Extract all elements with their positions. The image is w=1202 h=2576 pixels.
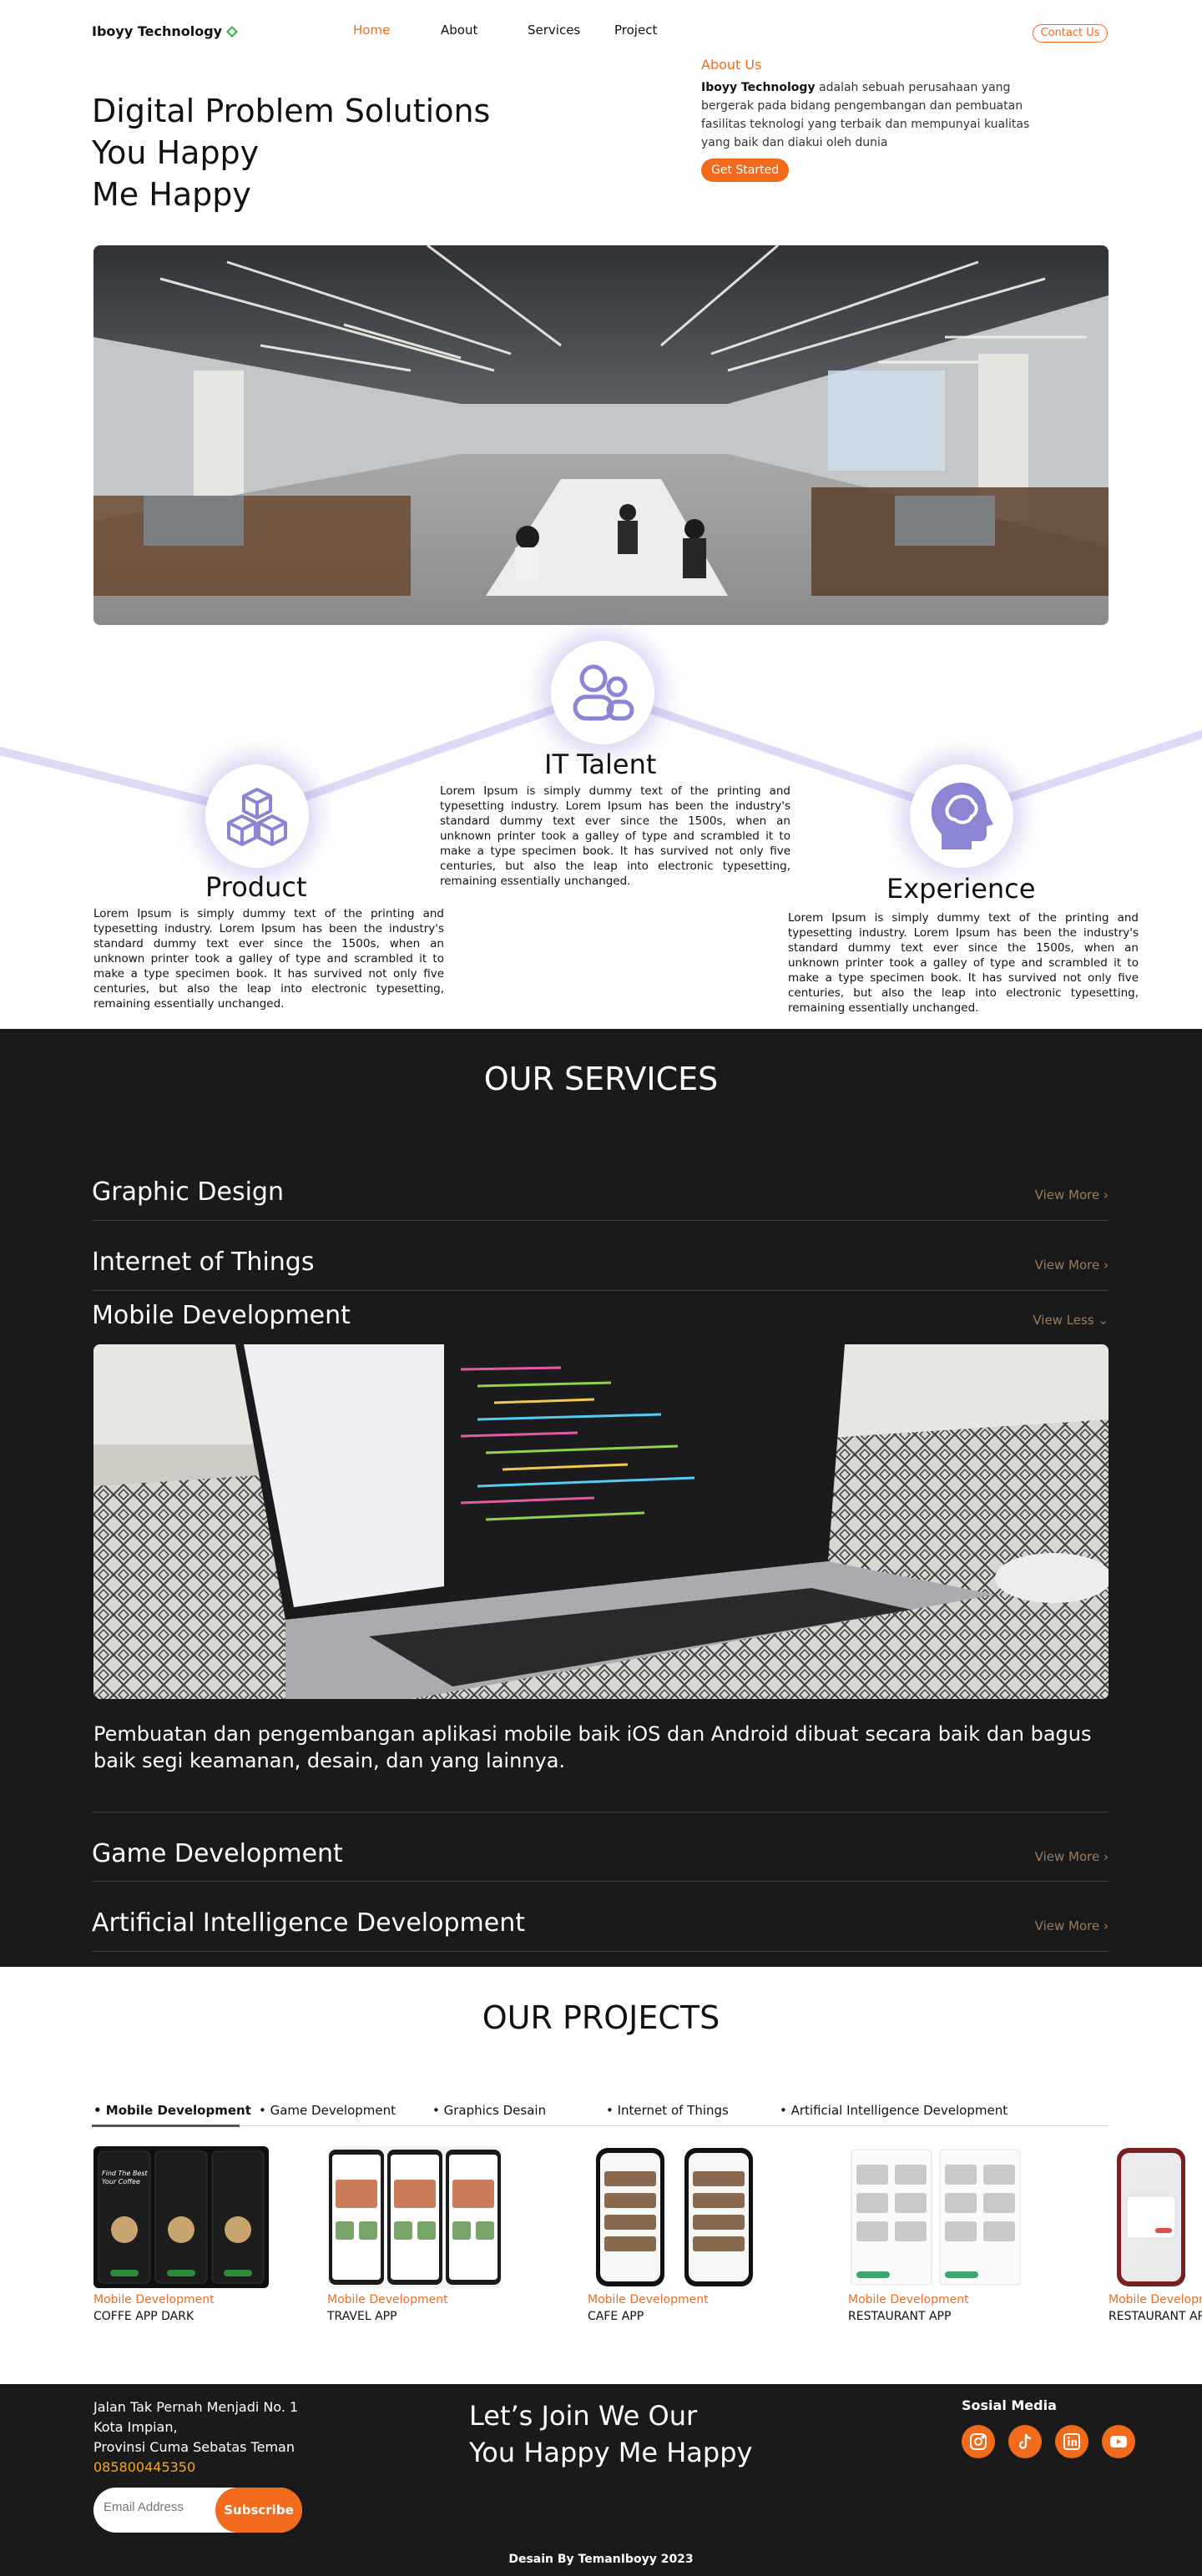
project-tabs: • Mobile Development • Game Development … [92,2096,1109,2127]
join-line: Let’s Join We Our [469,2400,698,2432]
project-thumbnail [327,2146,503,2288]
projects-title: OUR PROJECTS [482,1999,720,2036]
feature-title-product: Product [205,871,307,903]
logo-text: Iboyy Technology [92,23,223,39]
youtube-icon[interactable] [1102,2425,1135,2458]
laptop-code-photo [93,1344,1109,1699]
project-card-restaurant-app[interactable]: Mobile Development RESTAURANT APP [848,2146,1023,2323]
view-more-link[interactable]: View More › [1035,1258,1109,1273]
project-card-restaurant-app-2[interactable]: Mobile Development RESTAURANT APP [1109,2146,1202,2323]
about-brand: Iboyy Technology [701,81,816,94]
project-thumbnail [848,2146,1023,2288]
get-started-button[interactable]: Get Started [701,159,790,182]
project-thumbnail [1109,2146,1202,2288]
project-category: Mobile Development [588,2293,709,2306]
navbar: Iboyy Technology Home About Services Pro… [0,0,1202,63]
services-section: OUR SERVICES Graphic Design View More › … [0,1029,1202,1967]
project-card-travel-app[interactable]: Mobile Development TRAVEL APP [327,2146,503,2323]
tiktok-icon[interactable] [1008,2425,1042,2458]
project-card-coffe-app-dark[interactable]: Find The Best Your Coffee Mobile Develop… [93,2146,269,2323]
page: Iboyy Technology Home About Services Pro… [0,0,1202,2576]
address-block: Jalan Tak Pernah Menjadi No. 1 Kota Impi… [93,2397,298,2478]
tab-mobile-development[interactable]: • Mobile Development [93,2103,251,2118]
view-less-link[interactable]: View Less ⌄ [1033,1313,1109,1328]
service-name: Internet of Things [92,1248,315,1277]
project-category: Mobile Development [93,2293,215,2306]
experience-icon-circle [910,764,1013,868]
active-tab-indicator [92,2125,240,2127]
project-card-cafe-app[interactable]: Mobile Development CAFE APP [588,2146,763,2323]
service-name: Mobile Development [92,1301,351,1330]
about-us-text: Iboyy Technology adalah sebuah perusahaa… [701,78,1035,152]
subscribe-form: Subscribe [93,2488,302,2533]
logo-diamond-icon [226,25,239,38]
logo[interactable]: Iboyy Technology [92,23,239,39]
join-line: You Happy Me Happy [469,2437,753,2468]
about-us-block: About Us Iboyy Technology adalah sebuah … [701,57,1035,182]
hero-title-line: You Happy [92,134,260,171]
footer: Jalan Tak Pernah Menjadi No. 1 Kota Impi… [0,2384,1202,2576]
office-photo [93,245,1109,625]
hero-title-line: Digital Problem Solutions [92,93,491,129]
service-row-iot[interactable]: Internet of Things View More › [92,1221,1109,1291]
product-icon-circle [205,764,309,868]
feature-title-it-talent: IT Talent [544,749,657,780]
hero-title-line: Me Happy [92,176,251,213]
project-thumbnail [588,2146,763,2288]
thumbnail-title: Find The Best Your Coffee [102,2170,148,2185]
nav-link-project[interactable]: Project [614,23,657,38]
tab-graphics-desain[interactable]: • Graphics Desain [432,2103,546,2118]
tab-ai-development[interactable]: • Artificial Intelligence Development [780,2103,1008,2118]
feature-text-product: Lorem Ipsum is simply dummy text of the … [93,907,444,1011]
tab-internet-of-things[interactable]: • Internet of Things [606,2103,729,2118]
feature-text-it-talent: Lorem Ipsum is simply dummy text of the … [440,784,790,888]
address-line: Jalan Tak Pernah Menjadi No. 1 [93,2399,299,2415]
view-more-link[interactable]: View More › [1035,1849,1109,1864]
linkedin-icon[interactable] [1055,2425,1088,2458]
tab-game-development[interactable]: • Game Development [259,2103,396,2118]
service-row-game-development[interactable]: Game Development View More › [92,1812,1109,1882]
project-name: COFFE APP DARK [93,2310,194,2323]
instagram-icon[interactable] [962,2425,995,2458]
nav-link-home[interactable]: Home [353,23,390,38]
cubes-icon [227,788,287,846]
social-icons [962,2425,1135,2458]
view-more-link[interactable]: View More › [1035,1918,1109,1933]
service-row-graphic-design[interactable]: Graphic Design View More › [92,1146,1109,1221]
project-name: RESTAURANT APP [1109,2310,1202,2323]
it-talent-icon-circle [551,641,654,744]
project-thumbnail: Find The Best Your Coffee [93,2146,269,2288]
mobile-development-description: Pembuatan dan pengembangan aplikasi mobi… [93,1722,1092,1772]
about-us-label: About Us [701,57,762,73]
address-line: Provinsi Cuma Sebatas Teman [93,2439,295,2455]
subscribe-button[interactable]: Subscribe [215,2488,302,2533]
people-icon [573,664,634,721]
feature-text-experience: Lorem Ipsum is simply dummy text of the … [788,911,1139,1015]
nav-link-about[interactable]: About [441,23,477,38]
view-more-link[interactable]: View More › [1035,1187,1109,1202]
feature-title-experience: Experience [886,873,1036,905]
project-category: Mobile Development [327,2293,448,2306]
email-input[interactable] [104,2500,212,2514]
contact-us-button[interactable]: Contact Us [1033,24,1108,43]
service-row-mobile-development[interactable]: Mobile Development View Less ⌄ [92,1301,1109,1343]
services-title: OUR SERVICES [483,1061,719,1097]
service-name: Game Development [92,1839,343,1868]
nav-link-services[interactable]: Services [528,23,580,38]
service-name: Graphic Design [92,1177,284,1207]
social-media-title: Sosial Media [962,2397,1057,2413]
brain-head-icon [931,783,993,849]
address-line: Kota Impian, [93,2419,178,2435]
project-category: Mobile Development [1109,2293,1202,2306]
join-heading: Let’s Join We Our You Happy Me Happy [469,2397,752,2471]
service-name: Artificial Intelligence Development [92,1908,525,1938]
project-name: CAFE APP [588,2310,644,2323]
hero-title: Digital Problem Solutions You Happy Me H… [92,90,490,215]
phone-number[interactable]: 085800445350 [93,2458,298,2478]
project-name: TRAVEL APP [327,2310,397,2323]
service-row-ai-development[interactable]: Artificial Intelligence Development View… [92,1882,1109,1952]
footer-credit: Desain By TemanIboyy 2023 [508,2553,694,2566]
project-category: Mobile Development [848,2293,969,2306]
project-name: RESTAURANT APP [848,2310,952,2323]
